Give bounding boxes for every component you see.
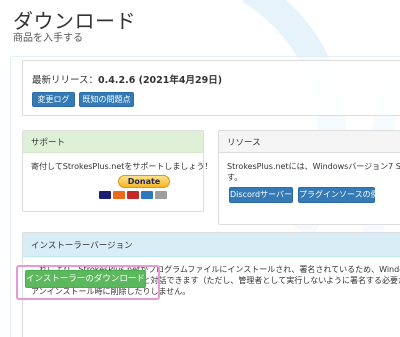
resources-panel: リソース StrokesPlus.netには、Windowsバージョン7 SP1… [218,130,400,225]
maestro-card-icon [127,191,139,199]
plugin-source-examples-button[interactable]: プラグインソースの例 [298,187,379,203]
amex-card-icon [141,191,153,199]
mastercard-icon [113,191,125,199]
release-info: 最新リリース：0.4.2.6 (2021年4月29日) [32,72,222,86]
changelog-button[interactable]: 変更ログ [32,92,75,107]
release-version: 0.4.2.6 (2021年4月29日) [98,75,223,86]
support-heading: サポート [23,131,203,153]
visa-card-icon [99,191,111,199]
resources-heading: リソース [219,131,400,153]
support-text: 寄付してStrokesPlus.netをサポートしましょう！ [31,162,213,171]
discord-server-button[interactable]: Discordサーバー [229,187,293,203]
latest-release-panel: 最新リリース：0.4.2.6 (2021年4月29日) 変更ログ 既知の問題点 [22,60,400,116]
page-subtitle: 商品を入手する [13,33,83,44]
donate-button[interactable]: Donate [118,175,170,188]
support-panel: サポート 寄付してStrokesPlus.netをサポートしましょう！ Dona… [22,130,212,212]
installer-heading: インストーラーバージョン [23,233,400,257]
bank-card-icon [155,191,167,199]
resources-text-line1: StrokesPlus.netには、Windowsバージョン7 SP1（Se [227,162,400,171]
release-label: 最新リリース： [32,75,99,86]
known-issues-button[interactable]: 既知の問題点 [79,92,134,107]
resources-text-line2: す。 [227,173,243,182]
installer-download-button[interactable]: インストーラーのダウンロード [25,270,146,288]
